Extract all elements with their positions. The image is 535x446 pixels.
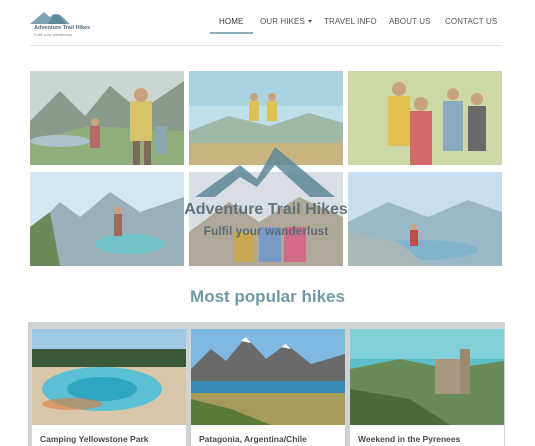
- nav-home[interactable]: HOME: [219, 17, 243, 31]
- hike-card-patagonia[interactable]: Patagonia, Argentina/Chile: [191, 329, 345, 446]
- hero-photo-hikers-lake: [30, 71, 184, 165]
- hero-photo-alpine-lake: [30, 172, 184, 266]
- nav-our-hikes-label: OUR HIKES: [260, 17, 305, 26]
- card-image-patagonia: [191, 329, 345, 425]
- nav-about-us[interactable]: ABOUT US: [389, 17, 431, 31]
- card-image-yellowstone: [32, 329, 186, 425]
- logo-brand-name: Adventure Trail Hikes: [34, 25, 91, 31]
- header-divider: [30, 45, 502, 46]
- card-title[interactable]: Patagonia, Argentina/Chile: [199, 434, 307, 444]
- card-title[interactable]: Weekend in the Pyrenees: [358, 434, 460, 444]
- caret-down-icon: [307, 20, 312, 24]
- nav-travel-info[interactable]: TRAVEL INFO: [324, 17, 377, 31]
- mountain-emblem-icon: [195, 147, 335, 197]
- card-image-pyrenees: [350, 329, 504, 425]
- site-logo[interactable]: Adventure Trail Hikes Fulfil your wander…: [30, 8, 110, 38]
- hike-card-pyrenees[interactable]: Weekend in the Pyrenees: [350, 329, 504, 446]
- logo-tagline: Fulfil your wanderlust: [34, 32, 72, 37]
- mountain-logo-icon: [30, 11, 70, 24]
- site-header: Adventure Trail Hikes Fulfil your wander…: [0, 0, 535, 46]
- hero-photo-group-hikers: [348, 71, 502, 165]
- hero-mountain-logo: [195, 147, 335, 207]
- hike-card-yellowstone[interactable]: Camping Yellowstone Park: [32, 329, 186, 446]
- nav-our-hikes[interactable]: OUR HIKES: [260, 17, 312, 31]
- hero-photo-fjord: [348, 172, 502, 266]
- card-title[interactable]: Camping Yellowstone Park: [40, 434, 149, 444]
- hero-banner: Adventure Trail Hikes Fulfil your wander…: [30, 71, 502, 267]
- nav-contact-us[interactable]: CONTACT US: [445, 17, 497, 31]
- hero-subtitle: Fulfil your wanderlust: [203, 224, 329, 238]
- hero-title: Adventure Trail Hikes: [184, 201, 348, 218]
- nav-active-indicator: [210, 32, 253, 34]
- popular-hikes-heading: Most popular hikes: [190, 287, 345, 306]
